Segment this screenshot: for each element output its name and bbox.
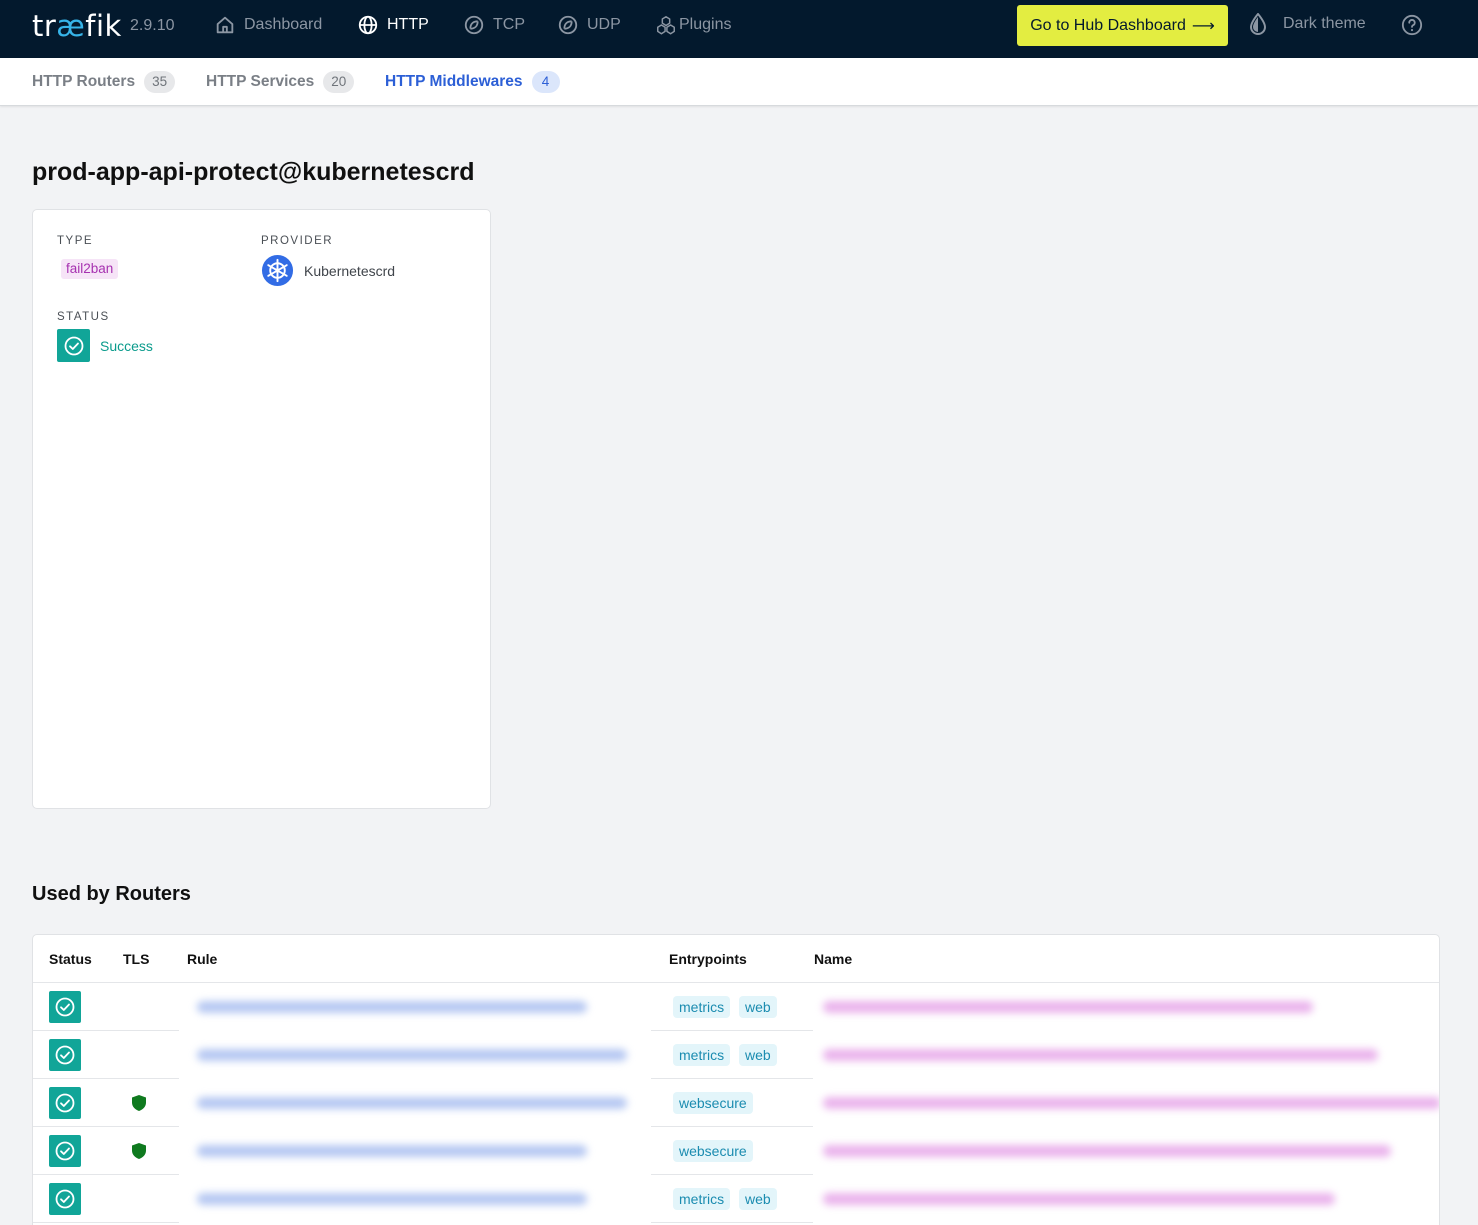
nav-tcp-label: TCP — [493, 16, 525, 33]
table-row[interactable]: websecure — [33, 1127, 1439, 1175]
tls-shield-icon — [132, 1095, 146, 1111]
udp-icon — [558, 15, 578, 35]
tab-http-services[interactable]: HTTP Services 20 — [206, 71, 355, 93]
success-status-icon — [57, 329, 90, 362]
success-status-icon — [49, 1087, 81, 1119]
provider-name: Kubernetescrd — [304, 262, 396, 279]
check-circle-icon — [64, 336, 83, 355]
check-circle-icon — [55, 1141, 75, 1161]
entrypoint-badge: metrics — [673, 1044, 731, 1066]
dark-theme-label: Dark theme — [1283, 15, 1366, 32]
entrypoint-badge: metrics — [673, 1188, 731, 1210]
status-label: STATUS — [57, 311, 110, 323]
traefik-logo[interactable]: træfik — [32, 9, 122, 43]
redacted-rule — [197, 1193, 587, 1205]
type-badge: fail2ban — [61, 259, 119, 279]
tab-http-services-count: 20 — [323, 71, 355, 93]
nav-http[interactable]: HTTP — [357, 13, 429, 37]
tcp-icon — [464, 15, 484, 35]
plugins-icon — [657, 16, 675, 35]
table-row[interactable]: metrics web — [33, 983, 1439, 1031]
success-status-icon — [49, 991, 81, 1023]
nav-dashboard-label: Dashboard — [244, 16, 323, 33]
page-title: prod-app-api-protect@kubernetescrd — [32, 158, 475, 186]
success-status-icon — [49, 1039, 81, 1071]
kubernetes-icon — [261, 254, 294, 287]
redacted-rule — [197, 1001, 587, 1013]
nav-plugins-label: Plugins — [679, 16, 732, 33]
redacted-router-name — [823, 1193, 1335, 1205]
help-icon[interactable] — [1401, 14, 1423, 36]
tab-http-middlewares[interactable]: HTTP Middlewares 4 — [385, 71, 560, 93]
version-label: 2.9.10 — [130, 17, 175, 34]
routers-table: Status TLS Rule Entrypoints Name metrics… — [32, 934, 1440, 1225]
table-row[interactable]: metrics web — [33, 1175, 1439, 1223]
check-circle-icon — [55, 997, 75, 1017]
column-header-status: Status — [49, 951, 92, 967]
status-value: Success — [57, 329, 153, 362]
column-header-name: Name — [814, 951, 853, 967]
middleware-detail-card: TYPE fail2ban PROVIDER Kubernetescrd STA… — [32, 209, 491, 809]
entrypoint-badge: websecure — [673, 1140, 753, 1162]
tab-http-middlewares-count: 4 — [531, 71, 560, 93]
provider-label: PROVIDER — [261, 235, 334, 247]
type-label: TYPE — [57, 235, 94, 247]
success-status-icon — [49, 1183, 81, 1215]
redacted-rule — [197, 1049, 627, 1061]
redacted-router-name — [823, 1001, 1313, 1013]
go-to-hub-dashboard-button[interactable]: Go to Hub Dashboard ⟶ — [1017, 5, 1228, 46]
entrypoint-badge: web — [739, 996, 777, 1018]
row-divider — [651, 1222, 813, 1223]
tab-http-routers[interactable]: HTTP Routers 35 — [32, 71, 176, 93]
status-text: Success — [100, 337, 153, 354]
entrypoint-badge: web — [739, 1188, 777, 1210]
entrypoint-badge: metrics — [673, 996, 731, 1018]
nav-udp[interactable]: UDP — [557, 13, 621, 37]
tab-http-routers-count: 35 — [144, 71, 176, 93]
column-header-entrypoints: Entrypoints — [669, 951, 747, 967]
redacted-router-name — [823, 1049, 1378, 1061]
nav-tcp[interactable]: TCP — [463, 13, 525, 37]
http-subtabs: HTTP Routers 35 HTTP Services 20 HTTP Mi… — [0, 58, 1478, 106]
home-icon — [216, 16, 234, 34]
column-header-tls: TLS — [123, 951, 150, 967]
entrypoint-badge: web — [739, 1044, 777, 1066]
nav-dashboard[interactable]: Dashboard — [214, 13, 322, 37]
top-navigation-bar: træfik 2.9.10 Dashboard HTTP TCP UDP Plu… — [0, 0, 1478, 58]
redacted-router-name — [823, 1097, 1439, 1109]
nav-udp-label: UDP — [587, 16, 621, 33]
success-status-icon — [49, 1135, 81, 1167]
redacted-router-name — [823, 1145, 1391, 1157]
entrypoint-badge: websecure — [673, 1092, 753, 1114]
hub-button-label: Go to Hub Dashboard — [1030, 16, 1186, 34]
table-row[interactable]: websecure — [33, 1079, 1439, 1127]
check-circle-icon — [55, 1189, 75, 1209]
arrow-right-icon: ⟶ — [1191, 17, 1215, 35]
nav-http-label: HTTP — [387, 16, 429, 33]
table-row[interactable]: metrics web — [33, 1031, 1439, 1079]
globe-icon — [358, 15, 378, 35]
redacted-rule — [197, 1145, 587, 1157]
tls-shield-icon — [132, 1143, 146, 1159]
row-divider — [33, 1222, 179, 1223]
used-by-routers-title: Used by Routers — [32, 883, 191, 905]
check-circle-icon — [55, 1093, 75, 1113]
tab-http-services-label: HTTP Services — [206, 73, 315, 90]
nav-plugins[interactable]: Plugins — [655, 13, 731, 37]
droplet-icon — [1249, 13, 1267, 35]
tab-http-middlewares-label: HTTP Middlewares — [385, 73, 523, 90]
check-circle-icon — [55, 1045, 75, 1065]
dark-theme-toggle[interactable]: Dark theme — [1249, 13, 1366, 35]
redacted-rule — [197, 1097, 627, 1109]
tab-http-routers-label: HTTP Routers — [32, 73, 136, 90]
provider-value: Kubernetescrd — [261, 254, 395, 287]
column-header-rule: Rule — [187, 951, 218, 967]
